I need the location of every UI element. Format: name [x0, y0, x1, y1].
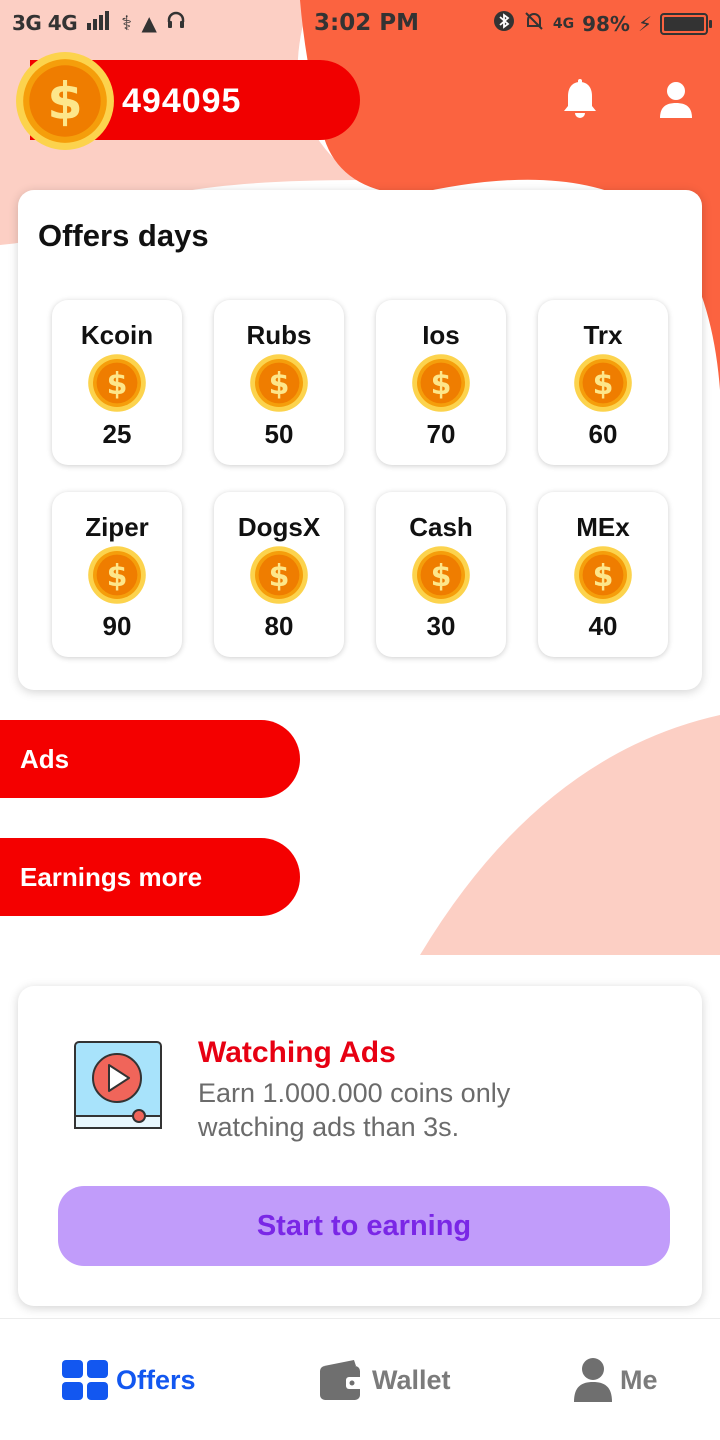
bell-icon[interactable] [558, 78, 602, 122]
offer-name: Cash [409, 512, 473, 542]
grid-icon [62, 1360, 108, 1400]
offers-card: Offers days Kcoin $ 25 Rubs $ 50 Ios $ 7… [18, 190, 702, 690]
network-indicators: 3G 4G [12, 10, 78, 35]
dollar-coin-icon: $ [574, 354, 632, 412]
nav-offers-label: Offers [116, 1364, 196, 1395]
svg-text:$: $ [269, 367, 290, 402]
earnings-more-button[interactable]: Earnings more [0, 838, 300, 916]
svg-text:$: $ [269, 559, 290, 594]
ads-button[interactable]: Ads [0, 720, 300, 798]
nav-wallet-label: Wallet [372, 1364, 451, 1395]
offer-tile-dogsx[interactable]: DogsX $ 80 [214, 492, 344, 657]
nav-me[interactable]: Me [574, 1357, 658, 1403]
video-play-icon [74, 1041, 162, 1129]
dollar-coin-icon: $ [16, 52, 114, 150]
offer-value: 50 [264, 419, 294, 449]
offer-tile-ziper[interactable]: Ziper $ 90 [52, 492, 182, 657]
svg-text:$: $ [107, 367, 128, 402]
offer-tile-kcoin[interactable]: Kcoin $ 25 [52, 300, 182, 465]
svg-text:$: $ [431, 367, 452, 402]
warning-icon: ▲ [141, 10, 157, 35]
offer-tile-trx[interactable]: Trx $ 60 [538, 300, 668, 465]
offer-name: Rubs [246, 320, 312, 350]
offer-tile-cash[interactable]: Cash $ 30 [376, 492, 506, 657]
offer-value: 80 [264, 611, 294, 641]
peach-blob-mid-right [420, 715, 720, 955]
offer-value: 90 [102, 611, 132, 641]
offer-tile-mex[interactable]: MEx $ 40 [538, 492, 668, 657]
offer-value: 25 [102, 419, 132, 449]
offer-value: 60 [588, 419, 618, 449]
svg-text:$: $ [107, 559, 128, 594]
dollar-coin-icon: $ [574, 546, 632, 604]
bottom-nav: Offers Wallet Me [0, 1318, 720, 1440]
dollar-coin-icon: $ [412, 354, 470, 412]
earnings-more-label: Earnings more [20, 862, 203, 892]
nav-wallet[interactable]: Wallet [320, 1357, 451, 1403]
battery-icon [660, 12, 712, 35]
status-bar: 3G 4G ⚕ ▲ 3:02 PM 4G 98% ⚡ [0, 0, 720, 50]
dollar-coin-icon: $ [412, 546, 470, 604]
watching-ads-card: Watching Ads Earn 1.000.000 coins only w… [18, 986, 702, 1306]
dollar-coin-icon: $ [88, 546, 146, 604]
dollar-coin-icon: $ [250, 546, 308, 604]
battery-percent: 98% [582, 11, 630, 36]
headset-icon [166, 10, 186, 35]
offer-tile-rubs[interactable]: Rubs $ 50 [214, 300, 344, 465]
offer-name: Kcoin [80, 320, 154, 350]
mute-bell-icon [523, 10, 545, 37]
offer-tile-ios[interactable]: Ios $ 70 [376, 300, 506, 465]
svg-text:$: $ [593, 559, 614, 594]
user-icon[interactable] [654, 78, 698, 122]
offer-name: Trx [583, 320, 623, 350]
offer-name: Ziper [85, 512, 149, 542]
svg-text:$: $ [593, 367, 614, 402]
watching-ads-description: Earn 1.000.000 coins only watching ads t… [198, 1078, 511, 1142]
dollar-coin-icon: $ [250, 354, 308, 412]
offer-name: DogsX [237, 512, 321, 542]
svg-text:$: $ [47, 72, 83, 131]
svg-text:$: $ [431, 559, 452, 594]
start-earning-button[interactable]: Start to earning [58, 1186, 670, 1266]
watching-ads-title: Watching Ads [198, 1036, 396, 1069]
ads-button-label: Ads [20, 744, 70, 774]
offer-name: MEx [576, 512, 630, 542]
status-right-icons: 4G 98% ⚡ [493, 10, 712, 37]
person-icon [574, 1358, 612, 1402]
wallet-icon [320, 1360, 364, 1400]
offer-value: 70 [426, 419, 456, 449]
offer-value: 40 [588, 611, 618, 641]
charging-icon: ⚡ [637, 11, 652, 36]
status-time: 3:02 PM [314, 10, 419, 36]
network-type: 4G [552, 15, 575, 32]
status-left-icons: 3G 4G ⚕ ▲ [12, 10, 186, 35]
balance-value: 494095 [122, 82, 242, 120]
bluetooth-icon [493, 10, 515, 37]
offer-value: 30 [426, 611, 456, 641]
signal-icon [87, 10, 111, 35]
nav-offers[interactable]: Offers [62, 1357, 196, 1403]
offers-title: Offers days [38, 218, 209, 253]
offer-name: Ios [422, 320, 460, 350]
nav-me-label: Me [620, 1364, 658, 1395]
dollar-coin-icon: $ [88, 354, 146, 412]
usb-icon: ⚕ [121, 10, 132, 35]
